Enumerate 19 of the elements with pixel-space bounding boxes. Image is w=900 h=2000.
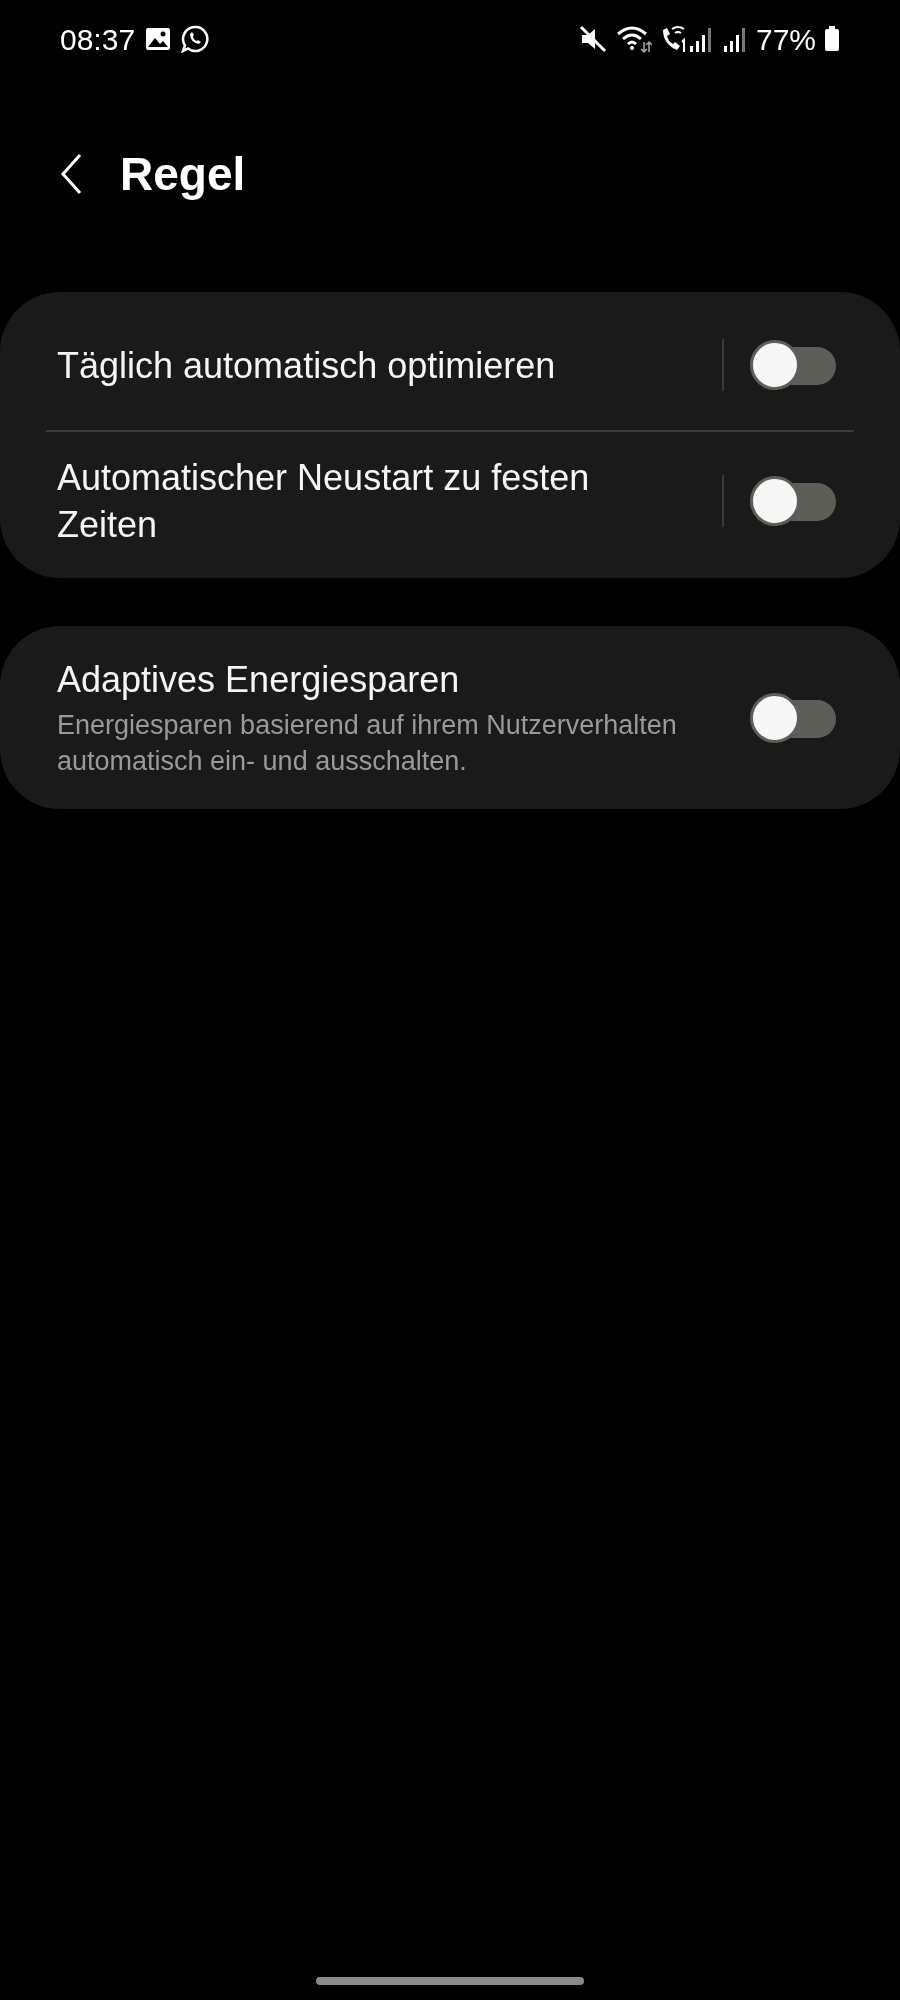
battery-percent: 77% [755, 21, 816, 58]
back-icon [60, 153, 82, 195]
toggle-switch[interactable] [750, 340, 836, 390]
setting-title: Adaptives Energiesparen [57, 658, 461, 702]
wifi-icon [615, 24, 652, 54]
status-time: 08:37 [60, 21, 136, 58]
toggle-switch[interactable] [750, 692, 836, 743]
setting-description: Energiesparen basierend auf ihrem Nutzerverhalten automatisch ein- und ausschalten. [57, 709, 678, 778]
image-icon [145, 27, 172, 51]
setting-row[interactable]: Adaptives Energiesparen Energiesparen basierend auf ihrem Nutzerverhalten automatisch ein- und ausschalten. [0, 634, 900, 801]
setting-row[interactable]: Täglich automatisch optimieren [0, 300, 900, 430]
battery-icon [824, 26, 840, 52]
toggle-switch[interactable] [750, 476, 836, 526]
setting-title: Täglich automatisch optimieren [57, 343, 557, 388]
page-title: Regel [120, 146, 246, 202]
setting-title: Automatischer Neustart zu festen Zeiten [57, 456, 591, 547]
chat-bubble-icon [181, 25, 210, 53]
mute-icon [577, 24, 608, 54]
setting-row[interactable]: Automatischer Neustart zu festen Zeiten [0, 432, 900, 570]
